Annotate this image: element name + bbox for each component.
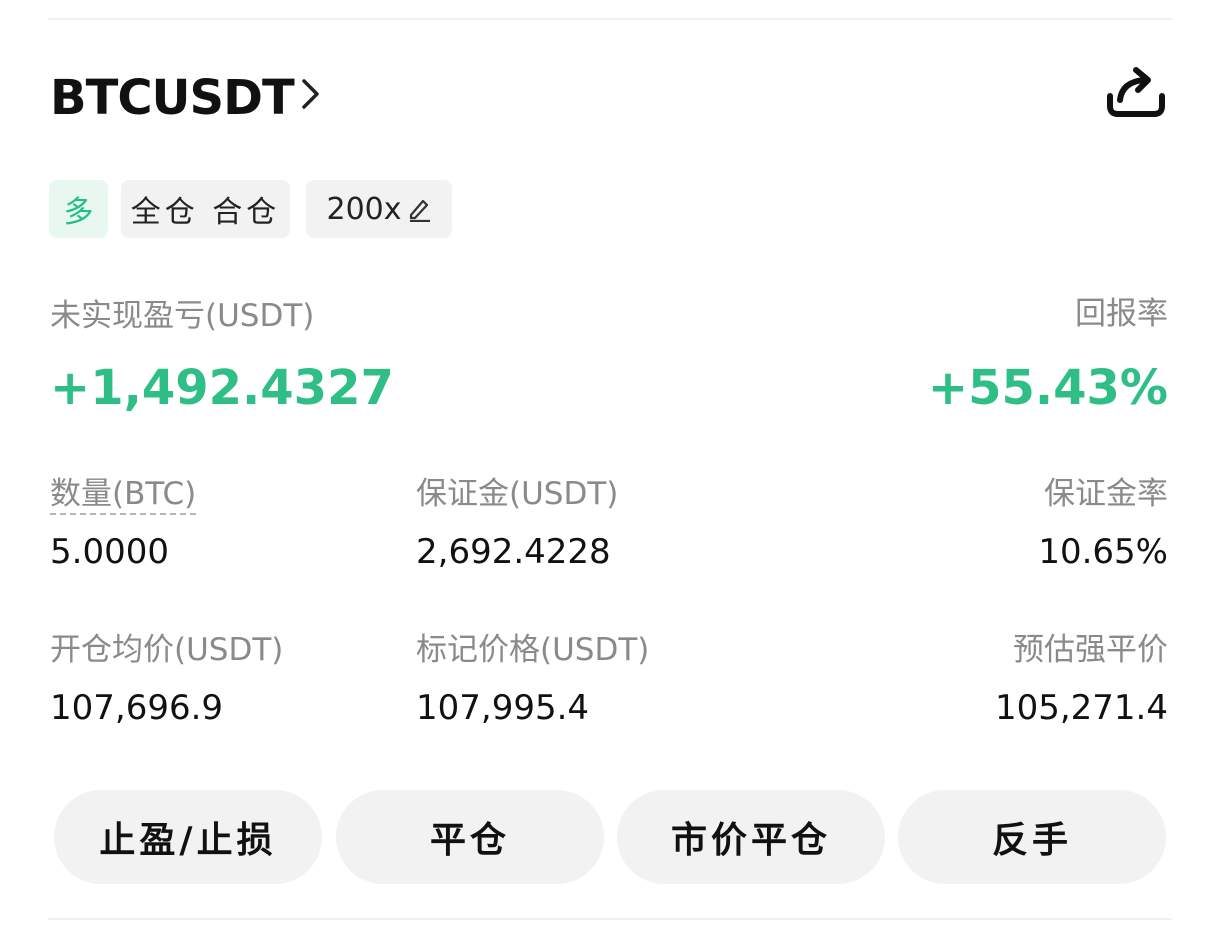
unrealized-pnl-label: 未实现盈亏(USDT) bbox=[50, 298, 315, 334]
unrealized-pnl-value: +1,492.4327 bbox=[50, 360, 394, 416]
roe-label: 回报率 bbox=[1075, 296, 1168, 332]
reverse-position-button[interactable]: 反手 bbox=[898, 790, 1166, 884]
entry-price-label: 开仓均价(USDT) bbox=[50, 632, 284, 668]
close-position-button[interactable]: 平仓 bbox=[336, 790, 604, 884]
margin-ratio-label: 保证金率 bbox=[1044, 476, 1168, 512]
margin-mode-badge[interactable]: 全仓 合仓 bbox=[121, 180, 290, 238]
mark-price-value: 107,995.4 bbox=[416, 688, 590, 728]
margin-label: 保证金(USDT) bbox=[416, 476, 619, 512]
leverage-value: 200x bbox=[326, 191, 402, 227]
entry-price-value: 107,696.9 bbox=[50, 688, 224, 728]
liquidation-price-value: 105,271.4 bbox=[994, 688, 1168, 728]
quantity-label-text: 数量(BTC) bbox=[50, 476, 197, 515]
quantity-label[interactable]: 数量(BTC) bbox=[50, 474, 197, 515]
symbol-title[interactable]: BTCUSDT bbox=[50, 68, 295, 128]
share-icon[interactable] bbox=[1104, 64, 1166, 120]
margin-ratio-value: 10.65% bbox=[1038, 532, 1168, 572]
tp-sl-button[interactable]: 止盈/止损 bbox=[54, 790, 322, 884]
roe-value: +55.43% bbox=[927, 360, 1168, 416]
side-badge-long: 多 bbox=[49, 180, 108, 238]
mark-price-label: 标记价格(USDT) bbox=[416, 632, 650, 668]
bottom-divider bbox=[48, 918, 1172, 920]
chevron-right-icon[interactable] bbox=[297, 76, 325, 112]
pencil-icon bbox=[409, 199, 430, 222]
margin-value: 2,692.4228 bbox=[416, 532, 611, 572]
top-divider bbox=[48, 18, 1172, 20]
leverage-badge[interactable]: 200x bbox=[306, 180, 452, 238]
market-close-button[interactable]: 市价平仓 bbox=[617, 790, 885, 884]
quantity-value: 5.0000 bbox=[50, 532, 169, 572]
liquidation-price-label: 预估强平价 bbox=[1013, 632, 1168, 668]
